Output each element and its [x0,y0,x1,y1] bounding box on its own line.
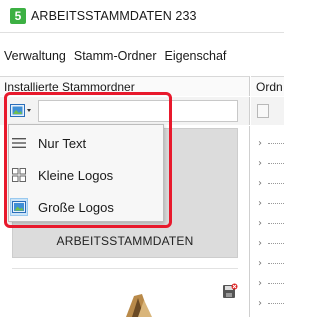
chevron-right-icon[interactable]: › [258,258,268,269]
menu-eigenschaften[interactable]: Eigenschaf [165,49,227,63]
window-title: ARBEITSSTAMMDATEN 233 [31,9,197,23]
new-document-icon[interactable] [257,104,269,118]
chevron-right-icon[interactable]: › [258,278,268,289]
tree-row[interactable]: › [258,156,284,170]
folder-card-label: ARBEITSSTAMMDATEN [56,234,194,248]
tree-row[interactable]: › [258,176,284,190]
chevron-right-icon[interactable]: › [258,238,268,249]
chevron-right-icon[interactable]: › [258,138,268,149]
tree-row[interactable]: › [258,296,284,310]
chevron-right-icon[interactable]: › [258,198,268,209]
folder-logo-image [126,294,152,317]
chevron-right-icon[interactable]: › [258,158,268,169]
tree-row[interactable]: › [258,196,284,210]
tree-row[interactable]: › [258,256,284,270]
highlight-frame [4,92,172,228]
title-bar: 5 ARBEITSSTAMMDATEN 233 [0,0,284,33]
app-logo-icon: 5 [10,8,26,24]
tree-row[interactable]: › [258,236,284,250]
folder-tree-header: Ordn [251,76,284,96]
tree-row[interactable]: › [258,136,284,150]
save-disk-icon[interactable] [222,283,238,299]
menu-stamm-ordner[interactable]: Stamm-Ordner [74,49,157,63]
tree-row[interactable]: › [258,276,284,290]
chevron-right-icon[interactable]: › [258,298,268,309]
menu-verwaltung[interactable]: Verwaltung [4,49,66,63]
menu-bar: Verwaltung Stamm-Ordner Eigenschaf [0,46,284,66]
chevron-right-icon[interactable]: › [258,218,268,229]
chevron-right-icon[interactable]: › [258,178,268,189]
tree-row[interactable]: › [258,216,284,230]
